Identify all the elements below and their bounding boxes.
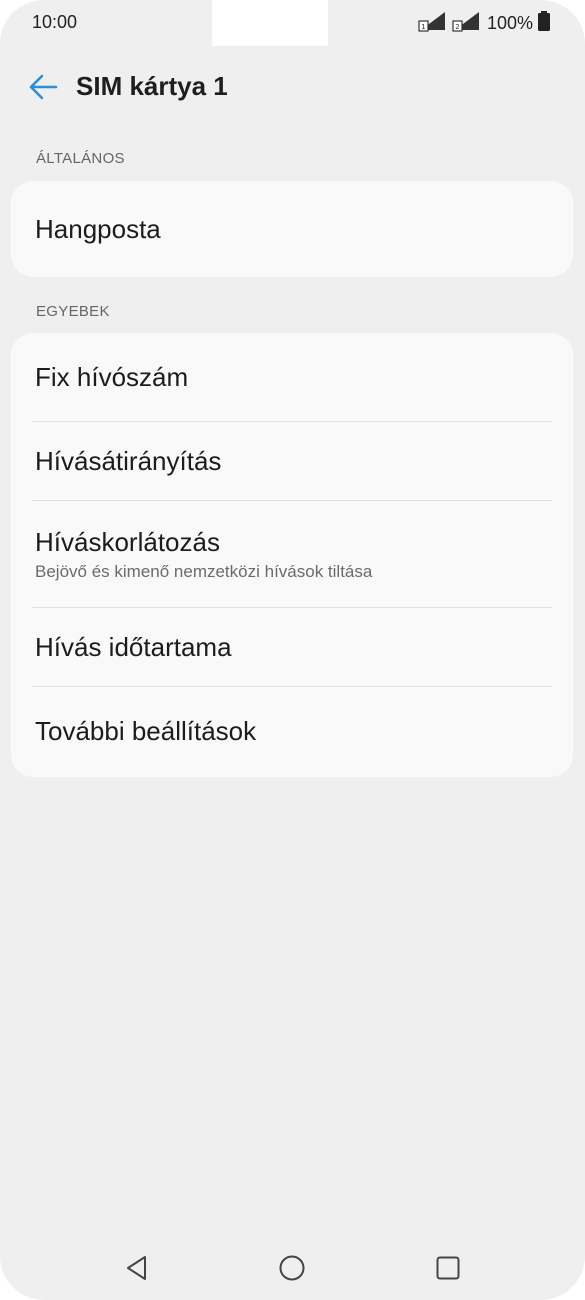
battery-percent: 100% [486, 13, 533, 33]
sim1-signal-icon: 1 [417, 10, 447, 37]
card-general: Hangposta [11, 181, 573, 277]
section-header-egyebek: EGYEBEK [36, 303, 110, 320]
setting-item-title: További beállítások [35, 715, 257, 746]
phone-screen: 10:00 1 2 100% SIM kártya 1 ÁLTALÁNOS Ha… [0, 0, 585, 1300]
setting-item-call-forwarding[interactable]: Hívásátirányítás [11, 422, 573, 500]
page-title: SIM kártya 1 [76, 71, 228, 101]
setting-item-fixed-dialing[interactable]: Fix hívószám [11, 333, 573, 421]
status-time: 10:00 [32, 12, 78, 32]
svg-text:2: 2 [455, 23, 459, 31]
back-arrow-icon[interactable] [26, 72, 60, 102]
battery-icon [537, 10, 551, 37]
setting-item-subtitle: Bejövő és kimenő nemzetközi hívások tilt… [35, 561, 373, 581]
home-circle-icon[interactable] [272, 1248, 312, 1288]
setting-item-call-barring[interactable]: Híváskorlátozás Bejövő és kimenő nemzetk… [11, 501, 573, 607]
card-other: Fix hívószám Hívásátirányítás Híváskorlá… [11, 333, 573, 777]
setting-item-voicemail[interactable]: Hangposta [11, 181, 573, 277]
section-header-altalanos: ÁLTALÁNOS [36, 150, 125, 167]
svg-text:1: 1 [421, 23, 425, 31]
status-icons: 1 2 100% [417, 10, 551, 37]
navigation-bar [0, 1232, 585, 1300]
toolbar: SIM kártya 1 [0, 62, 585, 112]
setting-item-title: Híváskorlátozás [35, 526, 220, 557]
setting-item-title: Fix hívószám [35, 361, 189, 392]
setting-item-title: Hívásátirányítás [35, 445, 222, 476]
sim2-signal-icon: 2 [451, 10, 481, 37]
setting-item-additional-settings[interactable]: További beállítások [11, 687, 573, 775]
back-triangle-icon[interactable] [117, 1248, 157, 1288]
status-bar: 10:00 1 2 100% [0, 0, 585, 46]
setting-item-title: Hívás időtartama [35, 631, 232, 662]
setting-item-call-duration[interactable]: Hívás időtartama [11, 608, 573, 686]
recents-square-icon[interactable] [428, 1248, 468, 1288]
setting-item-title: Hangposta [35, 213, 161, 244]
